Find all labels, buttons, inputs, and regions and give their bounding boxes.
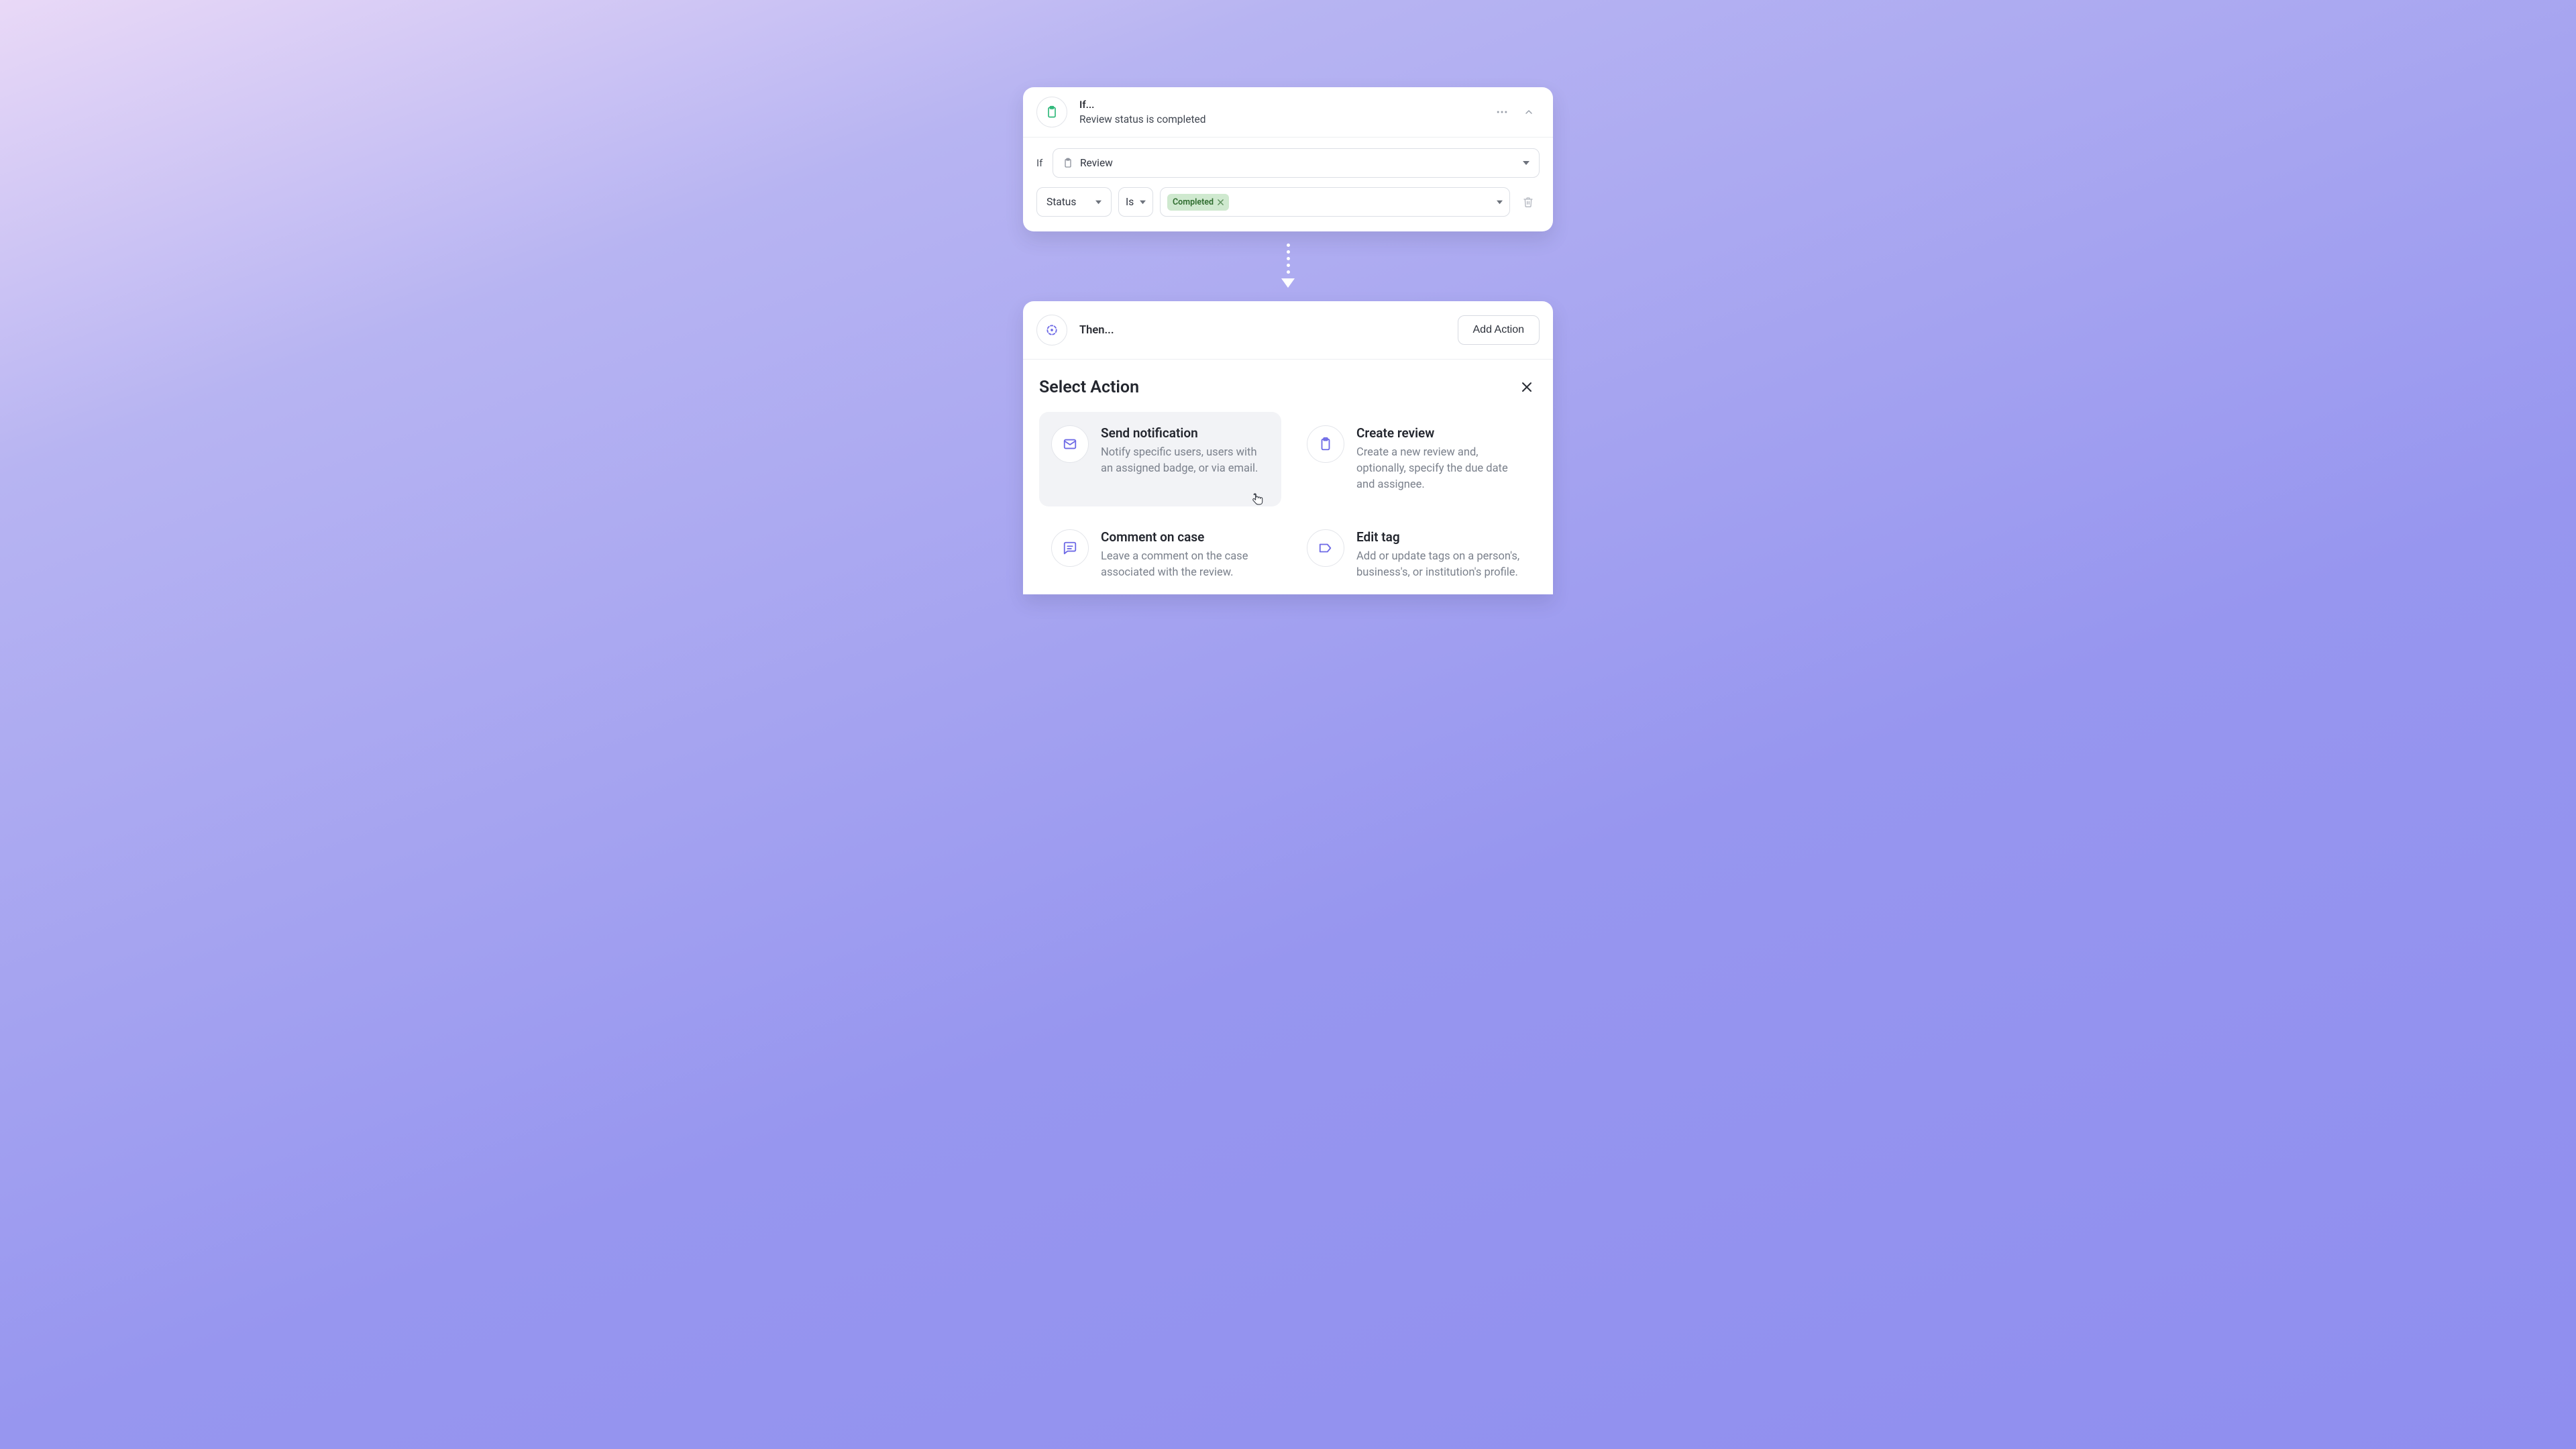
value-chip-label: Completed: [1173, 197, 1214, 207]
action-title: Send notification: [1101, 425, 1269, 441]
remove-chip-button[interactable]: [1218, 199, 1224, 205]
select-action-header: Select Action: [1023, 360, 1553, 405]
close-icon: [1521, 381, 1533, 393]
if-prefix-label: If: [1036, 157, 1046, 169]
mail-icon: [1051, 425, 1089, 463]
action-edit-tag[interactable]: Edit tag Add or update tags on a person'…: [1295, 516, 1537, 594]
action-loading-icon: [1036, 315, 1067, 345]
trash-icon: [1523, 197, 1534, 207]
caret-down-icon: [1497, 199, 1503, 205]
field-select[interactable]: Status: [1036, 187, 1112, 217]
tag-icon: [1307, 529, 1344, 567]
field-select-value: Status: [1046, 196, 1076, 208]
action-title: Comment on case: [1101, 529, 1269, 545]
clipboard-icon: [1307, 425, 1344, 463]
flow-connector: [1281, 244, 1295, 288]
then-action-card: Then... Add Action Select Action Send no…: [1023, 301, 1553, 594]
then-title: Then...: [1079, 324, 1458, 337]
more-options-button[interactable]: [1491, 101, 1513, 123]
action-desc: Notify specific users, users with an ass…: [1101, 445, 1269, 477]
action-desc: Add or update tags on a person's, busine…: [1356, 549, 1525, 581]
comment-icon: [1051, 529, 1089, 567]
if-title-block: If... Review status is completed: [1079, 99, 1491, 125]
close-panel-button[interactable]: [1517, 377, 1537, 397]
caret-down-icon: [1140, 199, 1146, 205]
collapse-button[interactable]: [1518, 101, 1540, 123]
action-title: Create review: [1356, 425, 1525, 441]
action-desc: Create a new review and, optionally, spe…: [1356, 445, 1525, 493]
delete-condition-button[interactable]: [1517, 191, 1540, 213]
add-action-button[interactable]: Add Action: [1458, 315, 1540, 345]
if-card-body: If Review Status Is Completed: [1023, 138, 1553, 231]
dots-horizontal-icon: [1495, 105, 1509, 119]
if-card-header: If... Review status is completed: [1023, 87, 1553, 138]
select-action-title: Select Action: [1039, 378, 1139, 397]
value-chip-completed: Completed: [1167, 194, 1229, 211]
action-create-review[interactable]: Create review Create a new review and, o…: [1295, 412, 1537, 506]
clipboard-icon: [1036, 97, 1067, 127]
actions-grid: Send notification Notify specific users,…: [1023, 405, 1553, 594]
then-card-header: Then... Add Action: [1023, 301, 1553, 360]
action-comment-on-case[interactable]: Comment on case Leave a comment on the c…: [1039, 516, 1281, 594]
clipboard-icon: [1063, 158, 1073, 168]
close-icon: [1218, 199, 1224, 205]
entity-select-value: Review: [1080, 157, 1113, 169]
value-select[interactable]: Completed: [1160, 187, 1510, 217]
action-desc: Leave a comment on the case associated w…: [1101, 549, 1269, 581]
operator-select[interactable]: Is: [1118, 187, 1153, 217]
caret-down-icon: [1523, 160, 1529, 166]
if-title: If...: [1079, 99, 1491, 111]
entity-select[interactable]: Review: [1053, 148, 1540, 178]
chevron-up-icon: [1523, 107, 1534, 117]
if-subtitle: Review status is completed: [1079, 113, 1491, 125]
operator-select-value: Is: [1126, 196, 1134, 208]
arrow-down-icon: [1281, 278, 1295, 288]
action-title: Edit tag: [1356, 529, 1525, 545]
action-send-notification[interactable]: Send notification Notify specific users,…: [1039, 412, 1281, 506]
if-condition-card: If... Review status is completed If Revi…: [1023, 87, 1553, 231]
cursor-pointer-icon: [1250, 493, 1264, 508]
caret-down-icon: [1095, 199, 1102, 205]
